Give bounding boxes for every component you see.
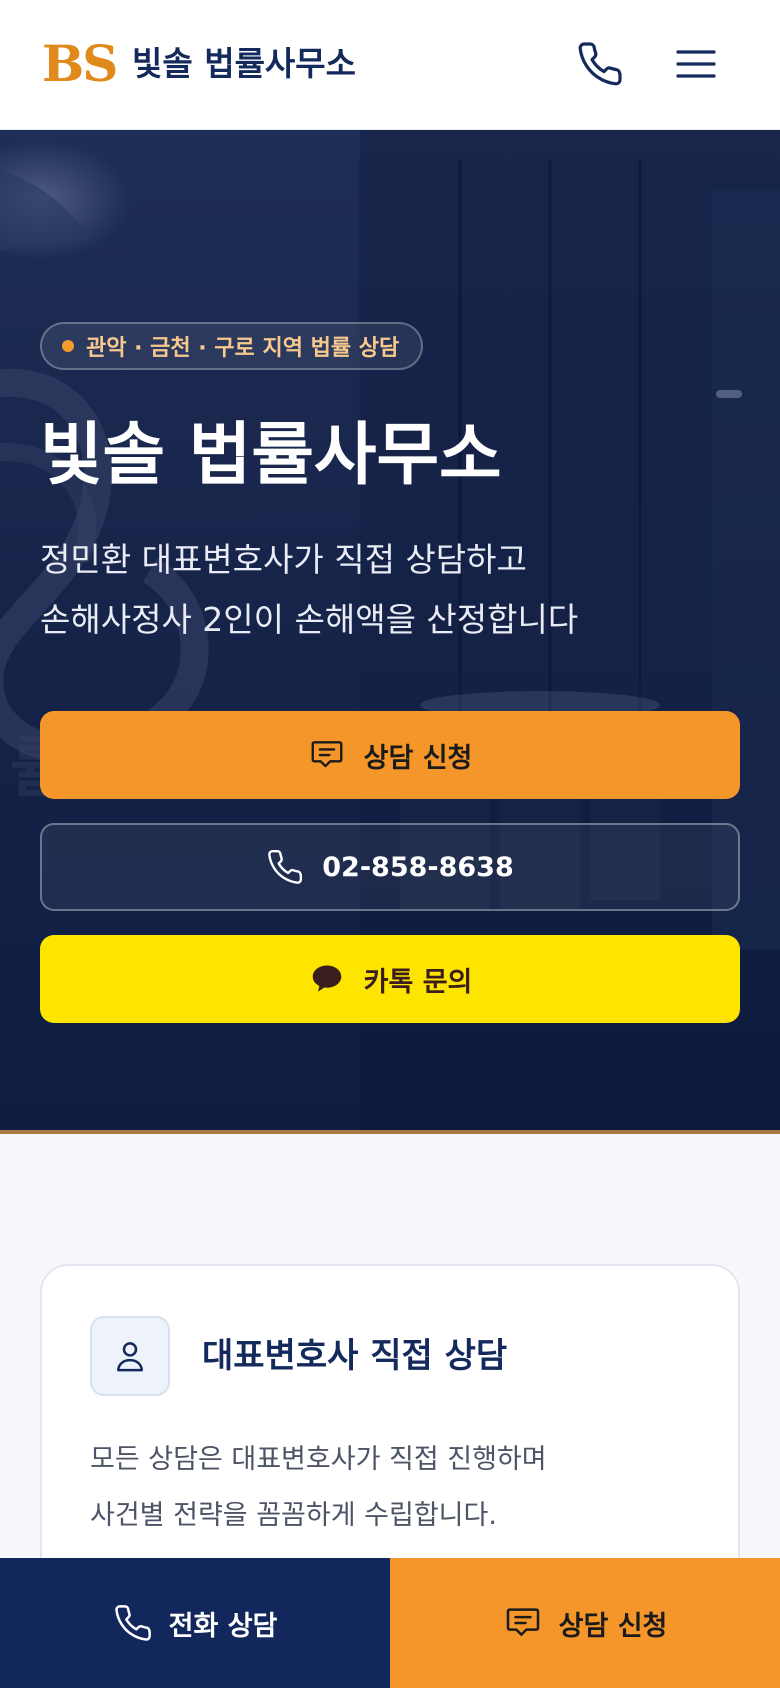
feature-icon-box: [90, 1316, 170, 1396]
hero-subtitle-line2: 손해사정사 2인이 손해액을 산정합니다: [40, 600, 579, 639]
feature-description: 모든 상담은 대표변호사가 직접 진행하며 사건별 전략을 꼼꼼하게 수립합니다…: [90, 1432, 547, 1544]
hamburger-menu-icon[interactable]: [672, 40, 720, 88]
bottom-consult-label: 상담 신청: [558, 1610, 668, 1642]
person-icon: [117, 1342, 143, 1372]
phone-icon: [268, 849, 303, 884]
logo-text[interactable]: 빛솔 법률사무소: [132, 42, 356, 86]
phone-consult-label: 전화 상담: [168, 1610, 278, 1642]
kakao-talk-icon: [312, 965, 341, 992]
phone-icon: [114, 1605, 151, 1641]
consult-request-label: 상담 신청: [363, 742, 473, 774]
hero-section: 률사무소 관악 · 금천 · 구로 지역 법률 상담 빛솔 법률사무소 정민환 …: [0, 130, 780, 1134]
hero-subtitle: 정민환 대표변호사가 직접 상담하고 손해사정사 2인이 손해액을 산정합니다: [40, 530, 578, 650]
site-header: BS 빛솔 법률사무소: [0, 0, 780, 130]
region-badge: 관악 · 금천 · 구로 지역 법률 상담: [40, 322, 424, 370]
phone-number-label: 02-858-8638: [322, 851, 514, 883]
feature-title: 대표변호사 직접 상담: [202, 1336, 508, 1376]
phone-call-button[interactable]: 02-858-8638: [40, 823, 740, 911]
chat-bubble-icon: [311, 741, 343, 768]
phone-icon[interactable]: [576, 40, 624, 88]
logo-mark[interactable]: BS: [42, 36, 118, 92]
badge-text: 관악 · 금천 · 구로 지역 법률 상담: [86, 336, 400, 361]
kakao-inquiry-label: 카톡 문의: [363, 966, 473, 998]
hero-subtitle-line1: 정민환 대표변호사가 직접 상담하고: [40, 540, 527, 579]
consult-request-button[interactable]: 상담 신청: [40, 711, 740, 799]
kakao-inquiry-button[interactable]: 카톡 문의: [40, 935, 740, 1023]
feature-desc-line2: 사건별 전략을 꼼꼼하게 수립합니다.: [90, 1500, 497, 1531]
bottom-consult-request-button[interactable]: 상담 신청: [390, 1558, 780, 1688]
bottom-action-bar: 전화 상담 상담 신청: [0, 1558, 780, 1688]
hero-title: 빛솔 법률사무소: [40, 415, 502, 495]
chat-bubble-icon: [506, 1608, 539, 1636]
feature-desc-line1: 모든 상담은 대표변호사가 직접 진행하며: [90, 1444, 547, 1475]
phone-consult-button[interactable]: 전화 상담: [0, 1558, 390, 1688]
badge-dot: [62, 340, 74, 352]
